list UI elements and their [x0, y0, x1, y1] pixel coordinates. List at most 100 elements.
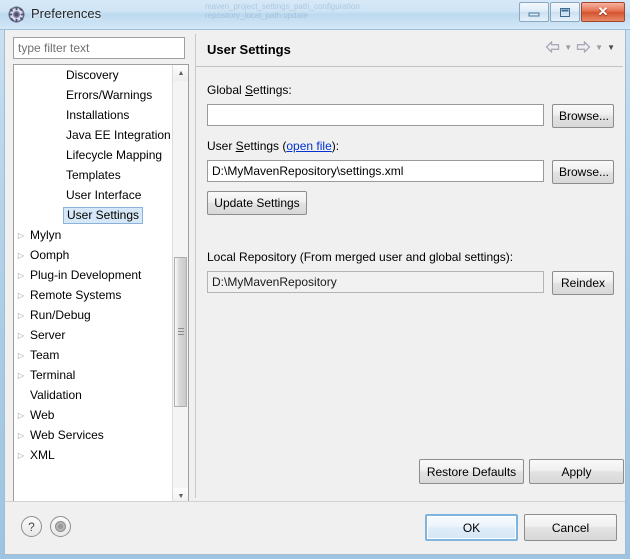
close-icon: ✕ [597, 4, 609, 19]
expand-triangle-icon[interactable]: ▷ [14, 271, 28, 280]
vertical-scrollbar-thumb[interactable] [174, 257, 187, 407]
window-title: Preferences [31, 6, 102, 21]
tree-item-label: Server [30, 328, 66, 342]
expand-triangle-icon[interactable]: ▷ [14, 231, 28, 240]
tree-item-label: Mylyn [30, 228, 62, 242]
tree-item-templates[interactable]: Templates [14, 165, 171, 185]
local-repository-label: Local Repository (From merged user and g… [207, 250, 514, 264]
tree-item-web-services[interactable]: ▷ Web Services [14, 425, 171, 445]
expand-triangle-icon[interactable]: ▷ [14, 331, 28, 340]
tree-item-validation[interactable]: Validation [14, 385, 171, 405]
tree-rows: Discovery Errors/Warnings Installations Jav… [14, 65, 171, 504]
tree-item-installations[interactable]: Installations [14, 105, 171, 125]
tree-item-label: Errors/Warnings [66, 88, 153, 102]
expand-triangle-icon[interactable]: ▷ [14, 431, 28, 440]
forward-arrow-icon[interactable] [576, 41, 591, 53]
tree-item-label: Run/Debug [30, 308, 91, 322]
ok-button[interactable]: OK [425, 514, 518, 541]
tree-item-label: User Settings [63, 206, 144, 224]
global-settings-mnemonic: S [245, 83, 254, 97]
page-menu-chevron-down-icon[interactable]: ▼ [607, 43, 615, 52]
tree-item-web[interactable]: ▷ Web [14, 405, 171, 425]
tree-item-label: Java EE Integration [66, 128, 171, 142]
reindex-button[interactable]: Reindex [552, 271, 614, 295]
tree-item-label: Lifecycle Mapping [66, 148, 163, 162]
tree-item-xml[interactable]: ▷ XML [14, 445, 171, 465]
tree-item-java-ee-integration[interactable]: Java EE Integration [14, 125, 171, 145]
tree-item-mylyn[interactable]: ▷ Mylyn [14, 225, 171, 245]
expand-triangle-icon[interactable]: ▷ [14, 411, 28, 420]
preferences-sidebar: Discovery Errors/Warnings Installations Jav… [9, 34, 193, 523]
tree-item-team[interactable]: ▷ Team [14, 345, 171, 365]
dialog-footer: ? OK Cancel [5, 501, 625, 554]
tree-item-run-debug[interactable]: ▷ Run/Debug [14, 305, 171, 325]
tree-item-label: Plug-in Development [30, 268, 142, 282]
tree-item-label: Terminal [30, 368, 76, 382]
maximize-icon [551, 3, 579, 21]
user-settings-input[interactable] [207, 160, 544, 182]
cancel-button[interactable]: Cancel [524, 514, 617, 541]
tree-item-label: User Interface [66, 188, 142, 202]
scrollbar-grip-icon [178, 328, 184, 336]
tree-item-label: Discovery [66, 68, 119, 82]
expand-triangle-icon[interactable]: ▷ [14, 371, 28, 380]
tree-item-label: Templates [66, 168, 121, 182]
page-content: Global Settings: Browse... User Settings… [196, 66, 624, 498]
update-settings-button[interactable]: Update Settings [207, 191, 307, 215]
help-icon[interactable]: ? [21, 516, 42, 537]
close-button[interactable]: ✕ [581, 2, 625, 22]
tree-item-user-settings[interactable]: User Settings [14, 205, 171, 225]
global-settings-label: Global Settings: [207, 83, 292, 97]
filter-input[interactable] [13, 37, 185, 59]
expand-triangle-icon[interactable]: ▷ [14, 291, 28, 300]
tree-item-oomph[interactable]: ▷ Oomph [14, 245, 171, 265]
scroll-up-icon[interactable]: ▲ [173, 65, 188, 81]
local-repository-input[interactable] [207, 271, 544, 293]
tree-item-label: Validation [30, 388, 82, 402]
forward-history-chevron-down-icon[interactable]: ▼ [595, 43, 603, 52]
window-titlebar[interactable]: maven_project_settings_path_configuratio… [0, 0, 630, 30]
page-title: User Settings [207, 42, 291, 57]
preferences-tree[interactable]: Discovery Errors/Warnings Installations Jav… [13, 64, 189, 505]
tree-item-remote-systems[interactable]: ▷ Remote Systems [14, 285, 171, 305]
titlebar-ghost-text: maven_project_settings_path_configuratio… [205, 2, 360, 20]
tree-item-label: Team [30, 348, 60, 362]
user-settings-label: User Settings (open file): [207, 139, 340, 153]
tree-item-plug-in-development[interactable]: ▷ Plug-in Development [14, 265, 171, 285]
minimize-button[interactable] [519, 2, 549, 22]
back-arrow-icon[interactable] [545, 41, 560, 53]
tree-item-user-interface[interactable]: User Interface [14, 185, 171, 205]
restore-defaults-button[interactable]: Restore Defaults [419, 459, 524, 484]
cheat-sheet-icon[interactable] [50, 516, 71, 537]
tree-item-server[interactable]: ▷ Server [14, 325, 171, 345]
expand-triangle-icon[interactable]: ▷ [14, 251, 28, 260]
user-settings-browse-button[interactable]: Browse... [552, 160, 614, 184]
tree-vertical-scrollbar[interactable]: ▲ ▼ [172, 65, 188, 504]
page-nav-icons: ▼ ▼ ▼ [545, 41, 615, 53]
tree-item-label: Web [30, 408, 55, 422]
tree-item-discovery[interactable]: Discovery [14, 65, 171, 85]
expand-triangle-icon[interactable]: ▷ [14, 451, 28, 460]
tree-item-label: Installations [66, 108, 130, 122]
global-settings-input[interactable] [207, 104, 544, 126]
tree-item-label: Oomph [30, 248, 70, 262]
expand-triangle-icon[interactable]: ▷ [14, 311, 28, 320]
tree-item-label: XML [30, 448, 55, 462]
page-header: User Settings ▼ ▼ ▼ [196, 34, 623, 67]
preferences-gear-icon [8, 6, 25, 23]
tree-item-terminal[interactable]: ▷ Terminal [14, 365, 171, 385]
expand-triangle-icon[interactable]: ▷ [14, 351, 28, 360]
apply-button[interactable]: Apply [529, 459, 624, 484]
tree-item-errors-warnings[interactable]: Errors/Warnings [14, 85, 171, 105]
tree-item-lifecycle-mapping[interactable]: Lifecycle Mapping [14, 145, 171, 165]
preferences-window: maven_project_settings_path_configuratio… [0, 0, 630, 559]
window-controls: ✕ [518, 2, 625, 22]
maximize-button[interactable] [550, 2, 580, 22]
open-file-link[interactable]: open file [286, 139, 331, 153]
back-history-chevron-down-icon[interactable]: ▼ [564, 43, 572, 52]
preferences-dialog: Discovery Errors/Warnings Installations Jav… [4, 30, 626, 555]
global-settings-browse-button[interactable]: Browse... [552, 104, 614, 128]
preferences-page: User Settings ▼ ▼ ▼ Global Settings: Bro… [195, 34, 624, 498]
tree-item-label: Remote Systems [30, 288, 122, 302]
minimize-icon [520, 3, 548, 21]
